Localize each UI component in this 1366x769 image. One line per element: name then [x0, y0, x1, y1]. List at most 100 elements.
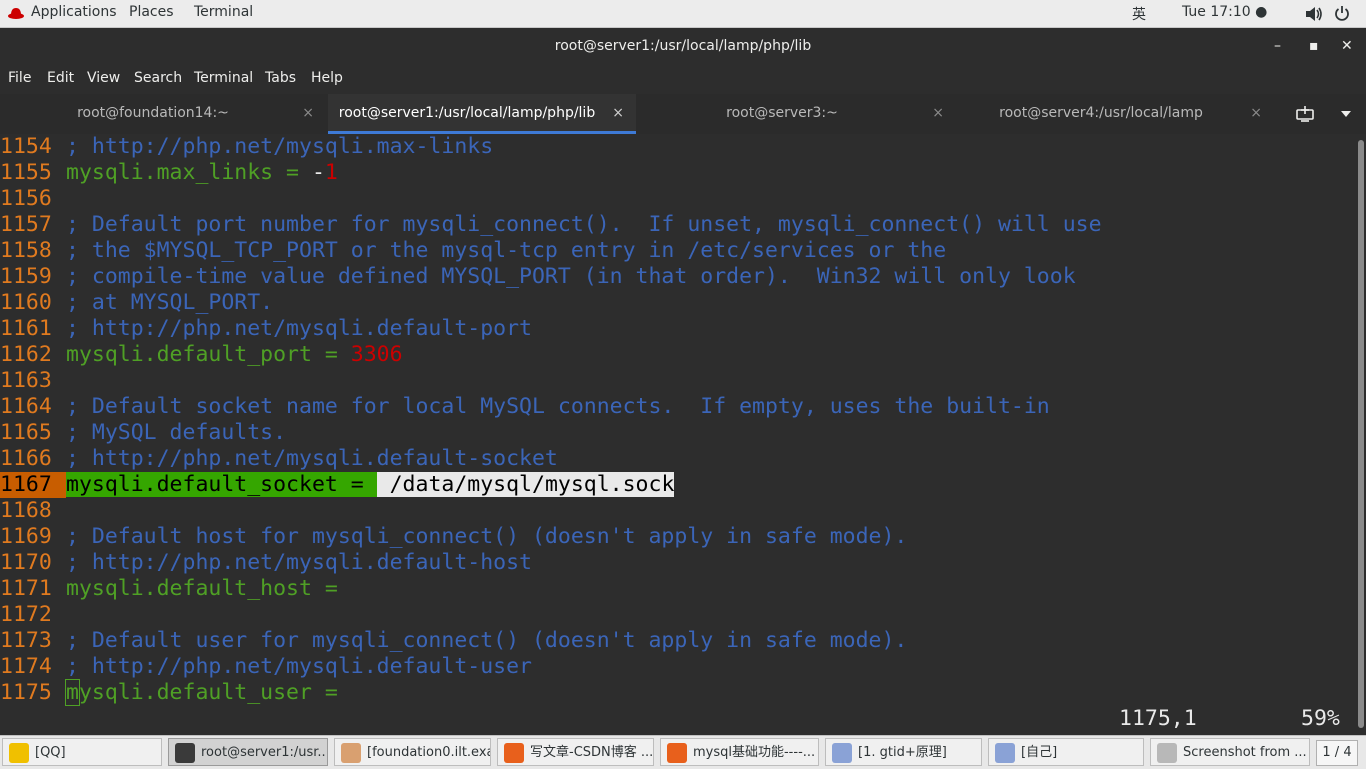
line-number: 1168	[0, 498, 52, 523]
tab-server3[interactable]: root@server3:~ ×	[638, 94, 956, 134]
terminal-line: 1170 ; http://php.net/mysqli.default-host	[0, 550, 1356, 576]
taskbar-window-label: mysql基础功能----...	[693, 745, 816, 760]
terminal-line: 1165 ; MySQL defaults.	[0, 420, 1356, 446]
line-number: 1174	[0, 654, 52, 679]
menu-terminal[interactable]: Terminal	[194, 70, 253, 86]
taskbar-window-label: Screenshot from ...	[1183, 745, 1307, 760]
terminal-line: 1171 mysqli.default_host =	[0, 576, 1356, 602]
tab-server4[interactable]: root@server4:/usr/local/lamp ×	[958, 94, 1274, 134]
terminal-line: 1159 ; compile-time value defined MYSQL_P…	[0, 264, 1356, 290]
terminal-line: 1174 ; http://php.net/mysqli.default-user	[0, 654, 1356, 680]
tab-close-icon[interactable]: ×	[1250, 94, 1262, 132]
terminal-line: 1173 ; Default user for mysqli_connect() …	[0, 628, 1356, 654]
line-number: 1162	[0, 342, 52, 367]
code-text: ; at MYSQL_PORT.	[66, 290, 274, 315]
taskbar-window-button[interactable]: [foundation0.ilt.exa...	[334, 738, 491, 766]
terminal-line: 1154 ; http://php.net/mysqli.max-links	[0, 134, 1356, 160]
new-tab-icon[interactable]	[1296, 105, 1314, 123]
taskbar-window-button[interactable]: mysql基础功能----...	[660, 738, 819, 766]
cursor-position: 1175,1	[1119, 706, 1197, 731]
input-method-indicator[interactable]: 英	[1132, 4, 1146, 24]
taskbar-window-button[interactable]: 写文章-CSDN博客 ...	[497, 738, 654, 766]
terminal-app-menu[interactable]: Terminal	[194, 4, 253, 20]
code-text: mysqli.default_host =	[66, 576, 338, 601]
terminal-line: 1175 mysqli.default_user =	[0, 679, 1356, 706]
line-number: 1161	[0, 316, 52, 341]
tab-close-icon[interactable]: ×	[932, 94, 944, 132]
tab-close-icon[interactable]: ×	[302, 94, 314, 132]
window-title: root@server1:/usr/local/lamp/php/lib	[554, 38, 812, 54]
menu-help[interactable]: Help	[311, 70, 343, 86]
workspace-pager[interactable]: 1 / 4	[1316, 740, 1358, 766]
line-number: 1165	[0, 420, 52, 445]
taskbar-window-label: [foundation0.ilt.exa...	[367, 745, 490, 760]
code-text: ; http://php.net/mysqli.default-host	[66, 550, 532, 575]
window-titlebar[interactable]: root@server1:/usr/local/lamp/php/lib – ▪…	[0, 28, 1366, 64]
minimize-button[interactable]: –	[1274, 28, 1281, 64]
taskbar-window-button[interactable]: root@server1:/usr...	[168, 738, 328, 766]
code-text: mysqli.max_links =	[66, 160, 312, 185]
terminal-line: 1169 ; Default host for mysqli_connect() …	[0, 524, 1356, 550]
menu-tabs[interactable]: Tabs	[265, 70, 296, 86]
line-number: 1175	[0, 680, 52, 705]
terminal-line: 1166 ; http://php.net/mysqli.default-sock…	[0, 446, 1356, 472]
line-number: 1164	[0, 394, 52, 419]
top-panel: Applications Places Terminal 英 Tue 17:10…	[0, 0, 1366, 28]
line-number: 1166	[0, 446, 52, 471]
taskbar-window-button[interactable]: [自己]	[988, 738, 1144, 766]
code-text: ; MySQL defaults.	[66, 420, 287, 445]
menu-search[interactable]: Search	[134, 70, 182, 86]
menu-edit[interactable]: Edit	[47, 70, 74, 86]
taskbar-window-label: [自己]	[1021, 745, 1058, 760]
tab-bar: root@foundation14:~ × root@server1:/usr/…	[0, 94, 1366, 135]
tab-server1[interactable]: root@server1:/usr/local/lamp/php/lib ×	[328, 94, 636, 134]
maximize-button[interactable]: ▪	[1309, 28, 1319, 64]
code-text: ; compile-time value defined MYSQL_PORT …	[66, 264, 1076, 289]
terminal-line: 1162 mysqli.default_port = 3306	[0, 342, 1356, 368]
taskbar-window-button[interactable]: [QQ]	[2, 738, 162, 766]
line-number: 1158	[0, 238, 52, 263]
line-number: 1156	[0, 186, 52, 211]
applications-menu[interactable]: Applications	[31, 4, 117, 20]
close-window-button[interactable]: ✕	[1341, 28, 1353, 64]
line-number: 1169	[0, 524, 52, 549]
tab-close-icon[interactable]: ×	[612, 94, 624, 132]
tab-label: root@server1:/usr/local/lamp/php/lib	[338, 105, 596, 121]
power-icon[interactable]	[1334, 5, 1350, 21]
scrollbar[interactable]	[1356, 134, 1366, 735]
clock[interactable]: Tue 17:10 ●	[1182, 4, 1267, 20]
taskbar-window-button[interactable]: Screenshot from ...	[1150, 738, 1310, 766]
tab-foundation14[interactable]: root@foundation14:~ ×	[0, 94, 326, 134]
volume-icon[interactable]	[1305, 6, 1323, 22]
line-number: 1172	[0, 602, 52, 627]
terminal-line: 1158 ; the $MYSQL_TCP_PORT or the mysql-t…	[0, 238, 1356, 264]
code-text: ; http://php.net/mysqli.default-port	[66, 316, 532, 341]
code-text: /data/mysql/mysql.sock	[376, 472, 675, 497]
taskbar-window-button[interactable]: [1. gtid+原理]	[825, 738, 982, 766]
code-text: ; http://php.net/mysqli.default-user	[66, 654, 532, 679]
line-number: 1159	[0, 264, 52, 289]
tab-label: root@server4:/usr/local/lamp	[999, 105, 1203, 121]
window-icon	[667, 743, 687, 763]
code-text: 1	[324, 160, 338, 185]
terminal-line: 1172	[0, 602, 1356, 628]
tab-list-chevron-down-icon[interactable]	[1340, 110, 1352, 118]
redhat-logo-icon	[8, 8, 24, 19]
tab-label: root@server3:~	[726, 105, 838, 121]
line-number: 1170	[0, 550, 52, 575]
taskbar: Screenshot from ... [自己] [1. gtid+原理] mysql…	[0, 735, 1366, 769]
scroll-percent: 59%	[1301, 706, 1340, 731]
scrollbar-thumb[interactable]	[1358, 140, 1364, 728]
places-menu[interactable]: Places	[129, 4, 174, 20]
terminal-line: 1155 mysqli.max_links = -1	[0, 160, 1356, 186]
line-number: 1160	[0, 290, 52, 315]
menu-file[interactable]: File	[8, 70, 31, 86]
code-text: m	[65, 679, 80, 706]
terminal-line: 1156	[0, 186, 1356, 212]
window-icon	[504, 743, 524, 763]
menu-view[interactable]: View	[87, 70, 120, 86]
terminal-view[interactable]: 1154; http://php.net/mysqli.max-links 115…	[0, 134, 1356, 735]
tab-label: root@foundation14:~	[77, 105, 229, 121]
line-number: 1167	[0, 472, 66, 498]
terminal-line: 1164 ; Default socket name for local MySQ…	[0, 394, 1356, 420]
